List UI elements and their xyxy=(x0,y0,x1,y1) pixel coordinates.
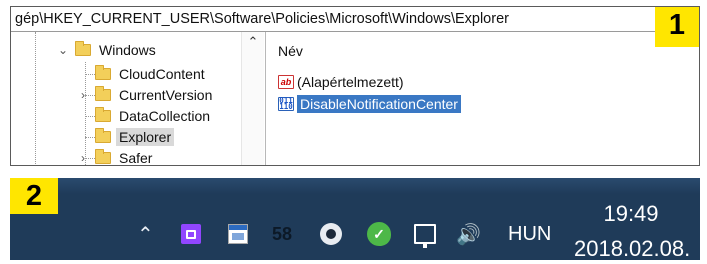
language-indicator[interactable]: HUN xyxy=(508,220,551,248)
tree-guide-line xyxy=(85,137,95,138)
chevron-right-icon[interactable]: › xyxy=(77,151,89,165)
folder-icon xyxy=(95,128,111,143)
tree-guide-line xyxy=(85,116,95,117)
folder-icon xyxy=(95,107,111,122)
window-tray-icon[interactable] xyxy=(228,220,248,248)
app-count-text: 58 xyxy=(272,223,293,244)
show-hidden-icons-button[interactable]: ⌃ xyxy=(137,220,154,248)
string-value-icon: ab xyxy=(278,75,294,89)
network-tray-icon[interactable] xyxy=(414,220,436,248)
clock-date: 2018.02.08. xyxy=(574,236,691,260)
step-badge-1: 1 xyxy=(655,7,699,47)
language-text: HUN xyxy=(508,222,552,245)
tree-guide-line xyxy=(35,32,36,165)
tree-node-windows[interactable]: ⌄ Windows xyxy=(57,40,156,60)
tree-node-label: Windows xyxy=(99,42,156,58)
tree-node-label: Safer xyxy=(119,150,153,166)
value-row-default[interactable]: ab (Alapértelmezett) xyxy=(278,72,404,92)
tree-node-safer[interactable]: › Safer xyxy=(77,148,153,166)
chevron-right-icon[interactable]: › xyxy=(77,88,89,102)
scroll-up-icon[interactable]: ⌃ xyxy=(242,34,264,50)
taskbar-clock[interactable]: 19:49 2018.02.08. xyxy=(574,200,691,260)
chevron-down-icon[interactable]: ⌄ xyxy=(57,43,69,57)
chevron-up-icon: ⌃ xyxy=(137,223,154,246)
value-row-disablenotificationcenter[interactable]: 011 110 DisableNotificationCenter xyxy=(278,94,461,114)
taskbar-highlight xyxy=(10,178,700,194)
value-name: DisableNotificationCenter xyxy=(297,95,461,113)
green-tray-icon[interactable]: ✓ xyxy=(367,220,391,248)
volume-icon: 🔊 xyxy=(456,223,481,246)
window-icon xyxy=(228,224,248,244)
values-pane: Név ab (Alapértelmezett) 011 110 DisableN… xyxy=(266,32,699,165)
folder-icon xyxy=(95,65,111,80)
dword-value-icon: 011 110 xyxy=(278,96,294,111)
tree-node-label: Explorer xyxy=(116,128,175,146)
tree-guide-line xyxy=(85,74,95,75)
address-bar[interactable]: gép\HKEY_CURRENT_USER\Software\Policies\… xyxy=(11,7,699,32)
folder-icon xyxy=(75,41,91,56)
folder-icon xyxy=(95,149,111,164)
tree-node-label: DataCollection xyxy=(119,108,211,124)
app-count-badge[interactable]: 58 xyxy=(272,220,292,248)
clock-time: 19:49 xyxy=(603,201,659,226)
tree-node-label: CurrentVersion xyxy=(119,87,213,103)
tree-scrollbar[interactable]: ⌃ xyxy=(241,32,264,165)
registry-tree: ⌄ Windows CloudContent › CurrentVersion … xyxy=(11,32,266,165)
column-header-name[interactable]: Név xyxy=(278,43,303,59)
registry-editor-window: gép\HKEY_CURRENT_USER\Software\Policies\… xyxy=(10,6,700,166)
tree-node-cloudcontent[interactable]: CloudContent xyxy=(95,64,205,84)
checkmark-badge-icon: ✓ xyxy=(367,222,391,246)
value-name: (Alapértelmezett) xyxy=(297,74,404,90)
step-badge-2: 2 xyxy=(10,178,58,214)
taskbar: 2 ⌃ 58 ✓ 🔊 HUN 19:49 2018.02.08. xyxy=(10,178,700,260)
volume-tray-icon[interactable]: 🔊 xyxy=(456,220,481,248)
twitch-tray-icon[interactable] xyxy=(181,220,201,248)
network-icon xyxy=(414,224,436,248)
steam-icon xyxy=(320,223,342,245)
tree-node-label: CloudContent xyxy=(119,66,205,82)
tree-node-explorer[interactable]: Explorer xyxy=(95,127,175,147)
tree-node-datacollection[interactable]: DataCollection xyxy=(95,106,210,126)
folder-icon xyxy=(95,86,111,101)
tree-node-currentversion[interactable]: › CurrentVersion xyxy=(77,85,212,105)
twitch-icon xyxy=(181,224,201,244)
steam-tray-icon[interactable] xyxy=(320,220,342,248)
